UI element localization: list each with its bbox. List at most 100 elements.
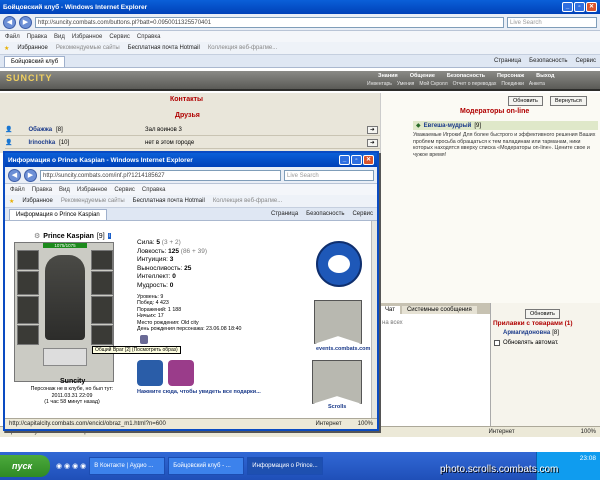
refresh-button[interactable]: Обновить xyxy=(508,96,543,106)
boots-slot[interactable] xyxy=(91,325,113,345)
popup-favorites-button[interactable]: Избранное xyxy=(22,198,52,204)
info-icon[interactable]: i xyxy=(107,233,111,239)
friend-row: 👤 Irinochka [10] нет в этом городе ➜ xyxy=(5,137,380,149)
crab-seal-icon[interactable] xyxy=(316,241,362,287)
clock[interactable]: 23:08 xyxy=(580,455,596,462)
tab-system-messages[interactable]: Системные сообщения xyxy=(401,306,477,314)
menu-favorites[interactable]: Избранное xyxy=(72,34,102,40)
nav-battles[interactable]: Поединки xyxy=(501,81,524,87)
taskbar-combats[interactable]: Бойцовский клуб - ... xyxy=(168,457,245,475)
popup-fav-webslices[interactable]: Коллекция веб-фрагме... xyxy=(213,198,282,204)
belt-slot[interactable] xyxy=(17,325,39,345)
popup-menu-tools[interactable]: Сервис xyxy=(114,187,135,193)
nav-profile[interactable]: Анкета xyxy=(529,81,545,87)
minimize-button[interactable]: _ xyxy=(562,2,573,12)
nav-scroll[interactable]: Мой Скролл xyxy=(419,81,447,87)
menu-help[interactable]: Справка xyxy=(137,34,161,40)
main-search-input[interactable]: Live Search xyxy=(507,16,597,28)
friend-name[interactable]: Обажжа xyxy=(28,127,52,133)
moderator-name[interactable]: Евгеша-мудрый xyxy=(424,123,472,129)
main-url-input[interactable]: http://suncity.combats.com/buttons.pl?ba… xyxy=(35,16,504,28)
shield-slot[interactable] xyxy=(91,296,113,324)
popup-forward-icon[interactable]: ▶ xyxy=(24,168,37,182)
stats-block: Сила: 5 (3 + 2) Ловкость: 125 (86 + 39) … xyxy=(137,239,207,290)
popup-security-menu[interactable]: Безопасность xyxy=(306,211,344,217)
popup-menu-favorites[interactable]: Избранное xyxy=(77,187,107,193)
maximize-button[interactable]: ▫ xyxy=(574,2,585,12)
back-button[interactable]: Вернуться xyxy=(550,96,587,106)
gloves-slot[interactable] xyxy=(91,271,113,295)
popup-fav-hotmail[interactable]: Бесплатная почта Hotmail xyxy=(133,198,205,204)
nav-inventory[interactable]: Инвентарь xyxy=(367,81,392,87)
quicklaunch-icons[interactable]: ◉ ◉ ◉ ◉ xyxy=(56,462,86,470)
popup-url-input[interactable]: http://suncity.combats.com/inf.pl?121418… xyxy=(40,169,281,181)
nav-character[interactable]: Персонаж xyxy=(497,73,524,79)
earring-slot[interactable] xyxy=(91,250,113,270)
menu-edit[interactable]: Правка xyxy=(27,34,47,40)
start-button[interactable]: пуск xyxy=(0,455,50,477)
favorites-button[interactable]: Избранное xyxy=(17,45,47,51)
events-link[interactable]: events.combats.com xyxy=(316,346,370,352)
main-tab[interactable]: Бойцовский клуб xyxy=(4,55,66,67)
moderator-badge-icon: ◆ xyxy=(416,123,421,129)
fav-item-webslices[interactable]: Коллекция веб-фрагме... xyxy=(208,45,277,51)
chat-area[interactable]: на всех xyxy=(380,314,490,426)
fav-item-hotmail[interactable]: Бесплатная почта Hotmail xyxy=(128,45,200,51)
popup-zoom[interactable]: 100% xyxy=(358,421,373,427)
armor-slot[interactable] xyxy=(17,296,39,324)
popup-fav-recommended[interactable]: Рекомендуемые сайты xyxy=(61,198,125,204)
private-message-button[interactable]: ➜ xyxy=(367,138,378,147)
popup-back-icon[interactable]: ◀ xyxy=(8,168,21,182)
helmet-slot[interactable] xyxy=(17,250,39,270)
popup-menu-file[interactable]: Файл xyxy=(10,187,25,193)
nav-chat[interactable]: Общение xyxy=(410,73,435,79)
stalls-refresh-button[interactable]: Обновить xyxy=(525,309,560,319)
character-silhouette xyxy=(45,255,85,340)
menu-tools[interactable]: Сервис xyxy=(109,34,130,40)
friend-name[interactable]: Irinochka xyxy=(28,140,55,146)
jester-hat-icon[interactable] xyxy=(168,360,194,386)
page-menu[interactable]: Страница xyxy=(494,58,521,64)
nav-knowledge[interactable]: Знания xyxy=(378,73,398,79)
taskbar-info[interactable]: Информация о Prince... xyxy=(247,457,324,475)
stat-row: Ловкость: 125 (86 + 39) xyxy=(137,247,207,255)
popup-scrollbar[interactable] xyxy=(371,221,377,418)
menu-file[interactable]: Файл xyxy=(5,34,20,40)
popup-search-input[interactable]: Live Search xyxy=(284,169,374,181)
scrolls-link[interactable]: Scrolls xyxy=(328,404,346,410)
nav-transfers[interactable]: Отчет о переводах xyxy=(453,81,497,87)
nav-skills[interactable]: Умения xyxy=(397,81,414,87)
main-tab-bar: Бойцовский клуб Страница Безопасность Се… xyxy=(0,55,600,68)
gifts-link[interactable]: Нажмите сюда, чтобы увидеть все подарки.… xyxy=(137,389,261,395)
popup-page-menu[interactable]: Страница xyxy=(271,211,298,217)
popup-menu-help[interactable]: Справка xyxy=(142,187,166,193)
nav-exit[interactable]: Выход xyxy=(536,73,554,79)
popup-menu-view[interactable]: Вид xyxy=(59,187,70,193)
auto-refresh-checkbox[interactable] xyxy=(494,340,500,346)
popup-title-bar: Информация о Prince Kaspian - Windows In… xyxy=(5,153,377,167)
stall-user[interactable]: Армагидоновна xyxy=(503,330,550,336)
popup-tools-menu[interactable]: Сервис xyxy=(352,211,373,217)
popup-menu-edit[interactable]: Правка xyxy=(32,187,52,193)
fav-item-recommended[interactable]: Рекомендуемые сайты xyxy=(56,45,120,51)
menu-view[interactable]: Вид xyxy=(54,34,65,40)
clan-icon[interactable] xyxy=(140,335,148,344)
tab-chat[interactable]: Чат xyxy=(380,306,400,314)
back-icon[interactable]: ◀ xyxy=(3,15,16,29)
taskbar-vk[interactable]: В Контакте | Аудио ... xyxy=(89,457,166,475)
main-favorites-bar: ★ Избранное Рекомендуемые сайты Бесплатн… xyxy=(0,42,600,55)
private-message-button[interactable]: ➜ xyxy=(367,125,378,134)
gift-icon[interactable] xyxy=(137,360,163,386)
nav-security[interactable]: Безопасность xyxy=(447,73,485,79)
tools-menu[interactable]: Сервис xyxy=(575,58,596,64)
site-nav-bottom: Инвентарь Умения Мой Скролл Отчет о пере… xyxy=(367,81,545,87)
popup-minimize-button[interactable]: _ xyxy=(339,155,350,165)
popup-close-button[interactable]: ✕ xyxy=(363,155,374,165)
main-zoom[interactable]: 100% xyxy=(581,429,596,435)
popup-tab[interactable]: Информация о Prince Kaspian xyxy=(9,208,107,220)
security-menu[interactable]: Безопасность xyxy=(529,58,567,64)
weapon-slot[interactable] xyxy=(17,271,39,295)
popup-maximize-button[interactable]: ▫ xyxy=(351,155,362,165)
close-button[interactable]: ✕ xyxy=(586,2,597,12)
forward-icon[interactable]: ▶ xyxy=(19,15,32,29)
